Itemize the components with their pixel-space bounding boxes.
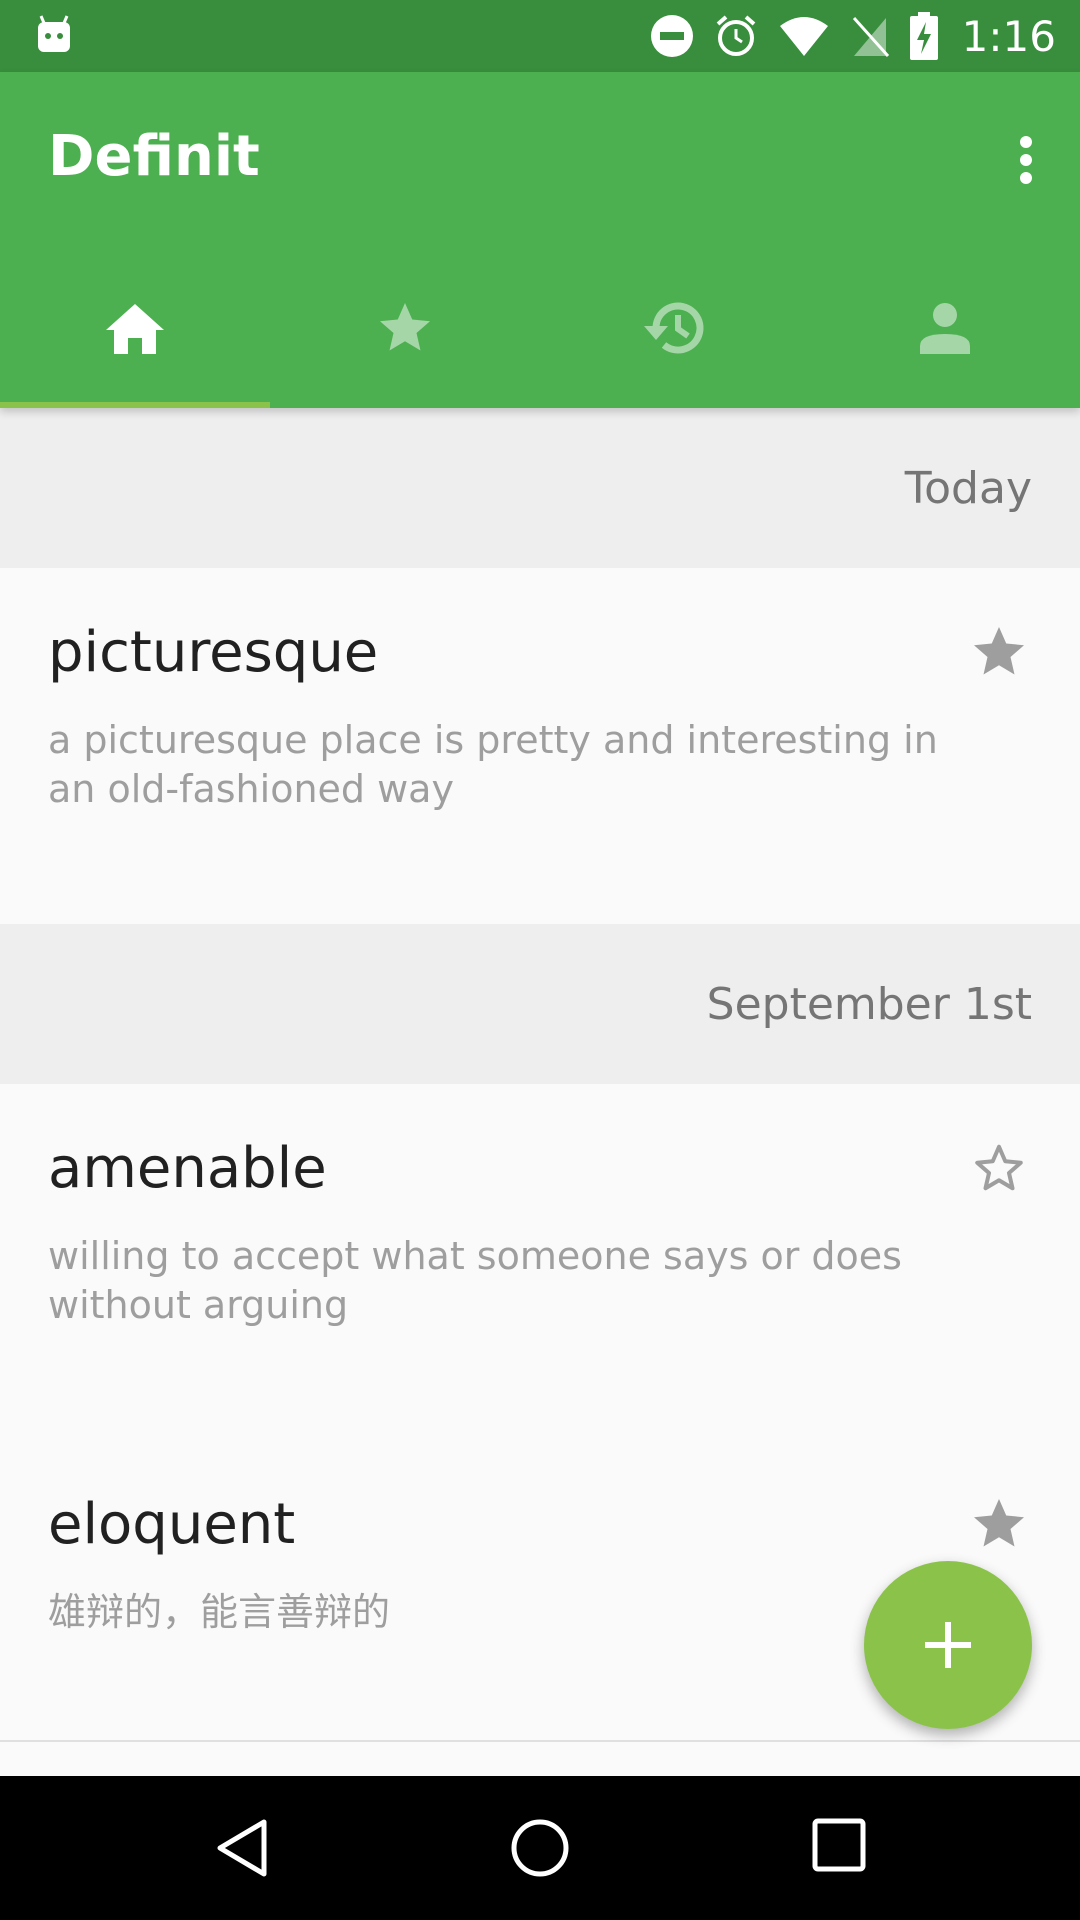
section-header-label: Today (904, 463, 1032, 514)
tab-profile[interactable] (810, 248, 1080, 408)
word-definition: a picturesque place is pretty and intere… (48, 718, 938, 811)
word-definition: 雄辩的，能言善辩的 (48, 1590, 391, 1634)
tab-favorites[interactable] (270, 248, 540, 408)
history-icon (644, 302, 704, 354)
android-icon (38, 15, 70, 52)
word-card-amenable[interactable]: amenable willing to accept what someone … (0, 1084, 1080, 1440)
word-list: Today picturesque a picturesque place is… (0, 408, 1080, 1742)
add-word-button[interactable] (864, 1561, 1032, 1729)
word-card-picturesque[interactable]: picturesque a picturesque place is prett… (0, 568, 1080, 924)
person-icon (920, 303, 970, 354)
app-bar: Definit (0, 72, 1080, 408)
section-header-label: September 1st (706, 979, 1032, 1030)
plus-icon (925, 1622, 971, 1668)
battery-charging-icon (909, 12, 938, 60)
section-header-today: Today (0, 408, 1080, 568)
recents-icon[interactable] (812, 1818, 866, 1872)
do-not-disturb-icon (650, 15, 693, 57)
status-bar: 1:16 (0, 0, 1080, 72)
system-nav-bar (0, 1776, 1080, 1920)
star-outline-icon[interactable] (968, 1138, 1030, 1198)
home-circle-icon[interactable] (510, 1818, 570, 1878)
alarm-icon (716, 15, 755, 56)
word-title: amenable (48, 1136, 327, 1201)
section-header-september-1st: September 1st (0, 924, 1080, 1084)
star-icon (380, 303, 430, 351)
wifi-icon (779, 17, 828, 56)
word-title: eloquent (48, 1492, 296, 1557)
back-icon[interactable] (214, 1818, 270, 1878)
word-title: picturesque (48, 620, 379, 685)
tab-bar (0, 248, 1080, 408)
word-definition: willing to accept what someone says or d… (48, 1234, 902, 1327)
home-icon (106, 304, 164, 354)
app-title: Definit (48, 124, 260, 189)
no-sim-icon (852, 16, 889, 58)
star-filled-icon[interactable] (968, 622, 1030, 682)
more-vert-icon[interactable] (1008, 128, 1044, 192)
status-time: 1:16 (961, 11, 1056, 61)
star-filled-icon[interactable] (968, 1494, 1030, 1554)
tab-home[interactable] (0, 248, 270, 408)
tab-history[interactable] (540, 248, 810, 408)
